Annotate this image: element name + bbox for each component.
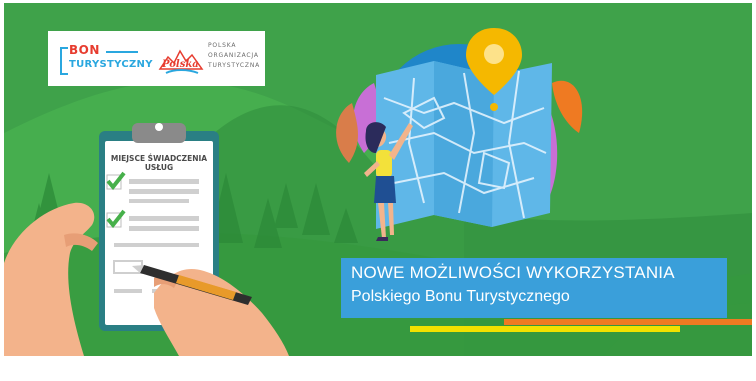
accent-stripe-orange [504, 319, 752, 325]
bon-logo-line [106, 51, 138, 53]
polska-logo-text: Polska [161, 59, 199, 70]
clipboard-title-line-1: MIEJSCE ŚWIADCZENIA [110, 154, 208, 163]
promo-banner: BON TURYSTYCZNY Polska POLSKA ORGANIZACJ… [4, 3, 752, 356]
clipboard-title-line-2: USŁUG [144, 163, 174, 172]
pot-organization-name: POLSKA ORGANIZACJA TURYSTYCZNA [208, 41, 260, 71]
headline-box: NOWE MOŻLIWOŚCI WYKORZYSTANIA Polskiego … [341, 258, 727, 318]
pot-line-1: POLSKA [208, 42, 237, 49]
pot-line-2: ORGANIZACJA [208, 52, 259, 59]
bon-logo-word: BON [69, 43, 100, 57]
accent-stripe-yellow [410, 326, 680, 332]
headline-line-2: Polskiego Bonu Turystycznego [351, 288, 570, 305]
bon-bracket-mark [60, 47, 68, 75]
folded-map [376, 61, 552, 229]
headline-line-1: NOWE MOŻLIWOŚCI WYKORZYSTANIA [351, 263, 675, 282]
clipboard-title: MIEJSCE ŚWIADCZENIA USŁUG [107, 154, 211, 172]
pot-line-3: TURYSTYCZNA [208, 62, 261, 69]
bon-logo-subword: TURYSTYCZNY [69, 59, 153, 70]
logo-card: BON TURYSTYCZNY Polska POLSKA ORGANIZACJ… [48, 31, 265, 86]
page: BON TURYSTYCZNY Polska POLSKA ORGANIZACJ… [0, 0, 756, 381]
polska-logo-mark: Polska [158, 49, 204, 74]
